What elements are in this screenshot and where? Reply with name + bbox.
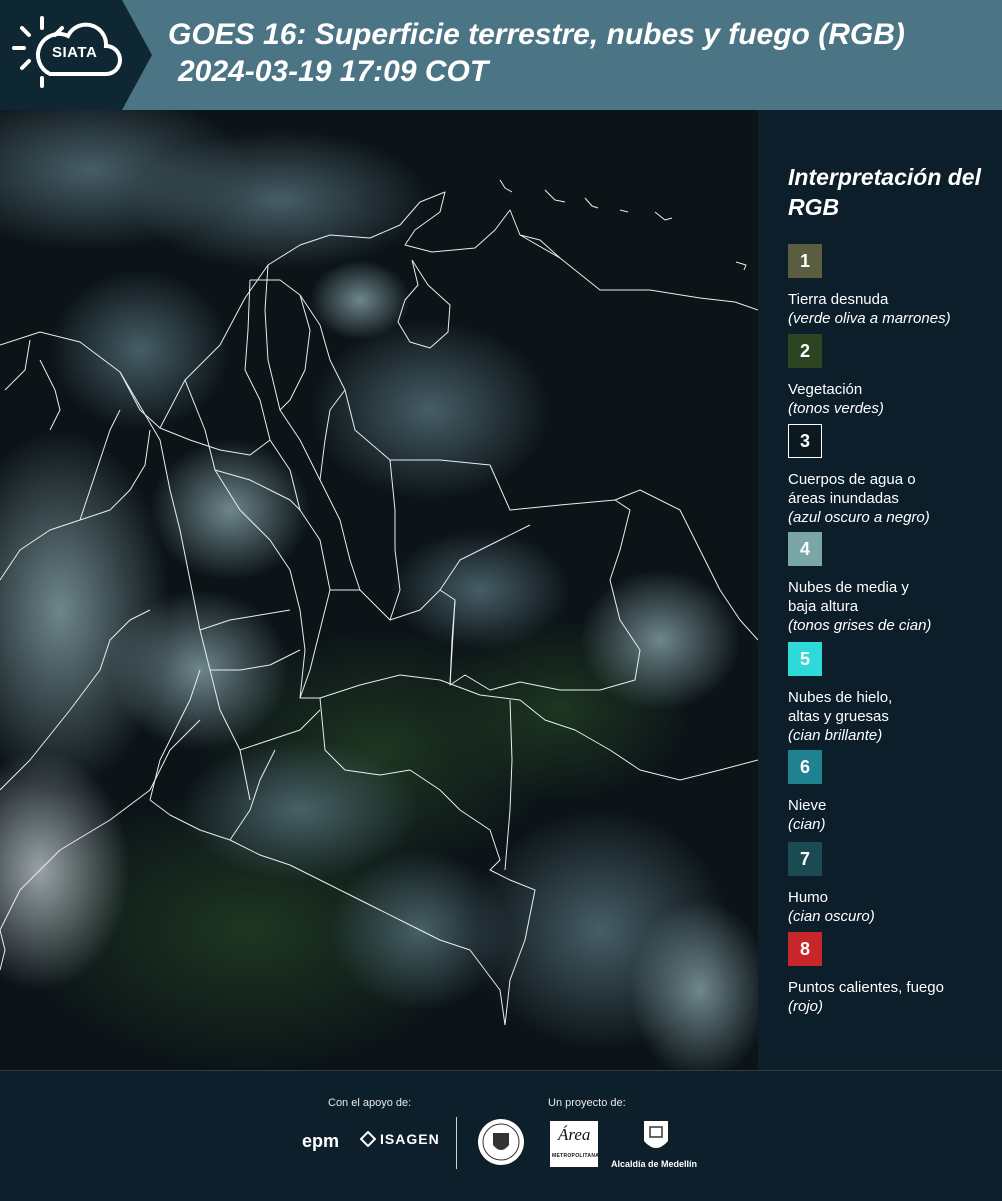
isagen-mark-icon xyxy=(360,1131,376,1147)
legend-item-label: Cuerpos de agua o áreas inundadas xyxy=(788,471,916,507)
legend-item-sub: (tonos verdes) xyxy=(788,400,884,417)
footer-divider xyxy=(456,1117,457,1169)
legend-item-sub: (cian) xyxy=(788,816,826,833)
isagen-text: ISAGEN xyxy=(380,1131,440,1147)
area-metropolitana-logo: Área METROPOLITANA xyxy=(550,1121,600,1167)
legend-item-sub: (azul oscuro a negro) xyxy=(788,509,930,526)
legend-item-sub: (rojo) xyxy=(788,998,824,1015)
alcaldia-shield-icon xyxy=(644,1121,668,1148)
legend-item-label: Nieve xyxy=(788,797,827,814)
legend-item-label: Vegetación xyxy=(788,381,863,398)
satellite-map[interactable] xyxy=(0,110,758,1070)
legend-item-sub: (cian brillante) xyxy=(788,727,883,744)
legend-item-snow: 6 Nieve (cian) xyxy=(788,750,998,834)
legend-item-bare-soil: 1 Tierra desnuda (verde oliva a marrones… xyxy=(788,244,998,328)
legend-swatch-8: 8 xyxy=(788,932,822,966)
epm-logo: epm xyxy=(302,1131,340,1151)
legend-swatch-5: 5 xyxy=(788,642,822,676)
legend-title: Interpretación del RGB xyxy=(788,164,981,220)
legend-item-label: Tierra desnuda xyxy=(788,291,889,308)
antioquia-seal-icon xyxy=(478,1119,524,1165)
legend-panel: Interpretación del RGB 1 Tierra desnuda … xyxy=(760,110,1002,1070)
siata-logo-text: SIATA xyxy=(52,44,98,61)
isagen-logo: ISAGEN xyxy=(360,1131,440,1147)
footer: Con el apoyo de: Un proyecto de: epm ISA… xyxy=(0,1070,1002,1201)
legend-item-label: Nubes de hielo, altas y gruesas xyxy=(788,689,893,725)
legend-item-sub: (verde oliva a marrones) xyxy=(788,310,951,327)
legend-item-vegetation: 2 Vegetación (tonos verdes) xyxy=(788,334,998,418)
legend-item-label: Nubes de media y baja altura xyxy=(788,579,909,615)
legend-item-smoke: 7 Humo (cian oscuro) xyxy=(788,842,998,926)
area-logo-word: Área xyxy=(558,1125,591,1144)
legend-swatch-3: 3 xyxy=(788,424,822,458)
title-line-datetime: 2024-03-19 17:09 COT xyxy=(178,55,489,88)
header: SIATA GOES 16: Superficie terrestre, nub… xyxy=(0,0,1002,110)
project-label: Un proyecto de: xyxy=(548,1097,626,1109)
legend-item-water: 3 Cuerpos de agua o áreas inundadas (azu… xyxy=(788,424,998,527)
legend-item-label: Humo xyxy=(788,889,829,906)
legend-item-label: Puntos calientes, fuego xyxy=(788,979,944,996)
legend-swatch-1: 1 xyxy=(788,244,822,278)
area-logo-small: METROPOLITANA xyxy=(552,1153,600,1159)
legend-item-low-clouds: 4 Nubes de media y baja altura (tonos gr… xyxy=(788,532,998,635)
legend-item-ice-clouds: 5 Nubes de hielo, altas y gruesas (cian … xyxy=(788,642,998,745)
title-line-product: GOES 16: Superficie terrestre, nubes y f… xyxy=(168,18,905,51)
legend-swatch-6: 6 xyxy=(788,750,822,784)
legend-swatch-7: 7 xyxy=(788,842,822,876)
legend-item-fire: 8 Puntos calientes, fuego (rojo) xyxy=(788,932,998,1016)
alcaldia-text: Alcaldía de Medellín xyxy=(611,1159,698,1169)
legend-swatch-4: 4 xyxy=(788,532,822,566)
satellite-image xyxy=(0,110,758,1070)
legend-item-sub: (cian oscuro) xyxy=(788,908,875,925)
support-label: Con el apoyo de: xyxy=(328,1097,412,1109)
legend-swatch-2: 2 xyxy=(788,334,822,368)
page-title: GOES 16: Superficie terrestre, nubes y f… xyxy=(168,16,998,90)
legend-item-sub: (tonos grises de cian) xyxy=(788,617,932,634)
